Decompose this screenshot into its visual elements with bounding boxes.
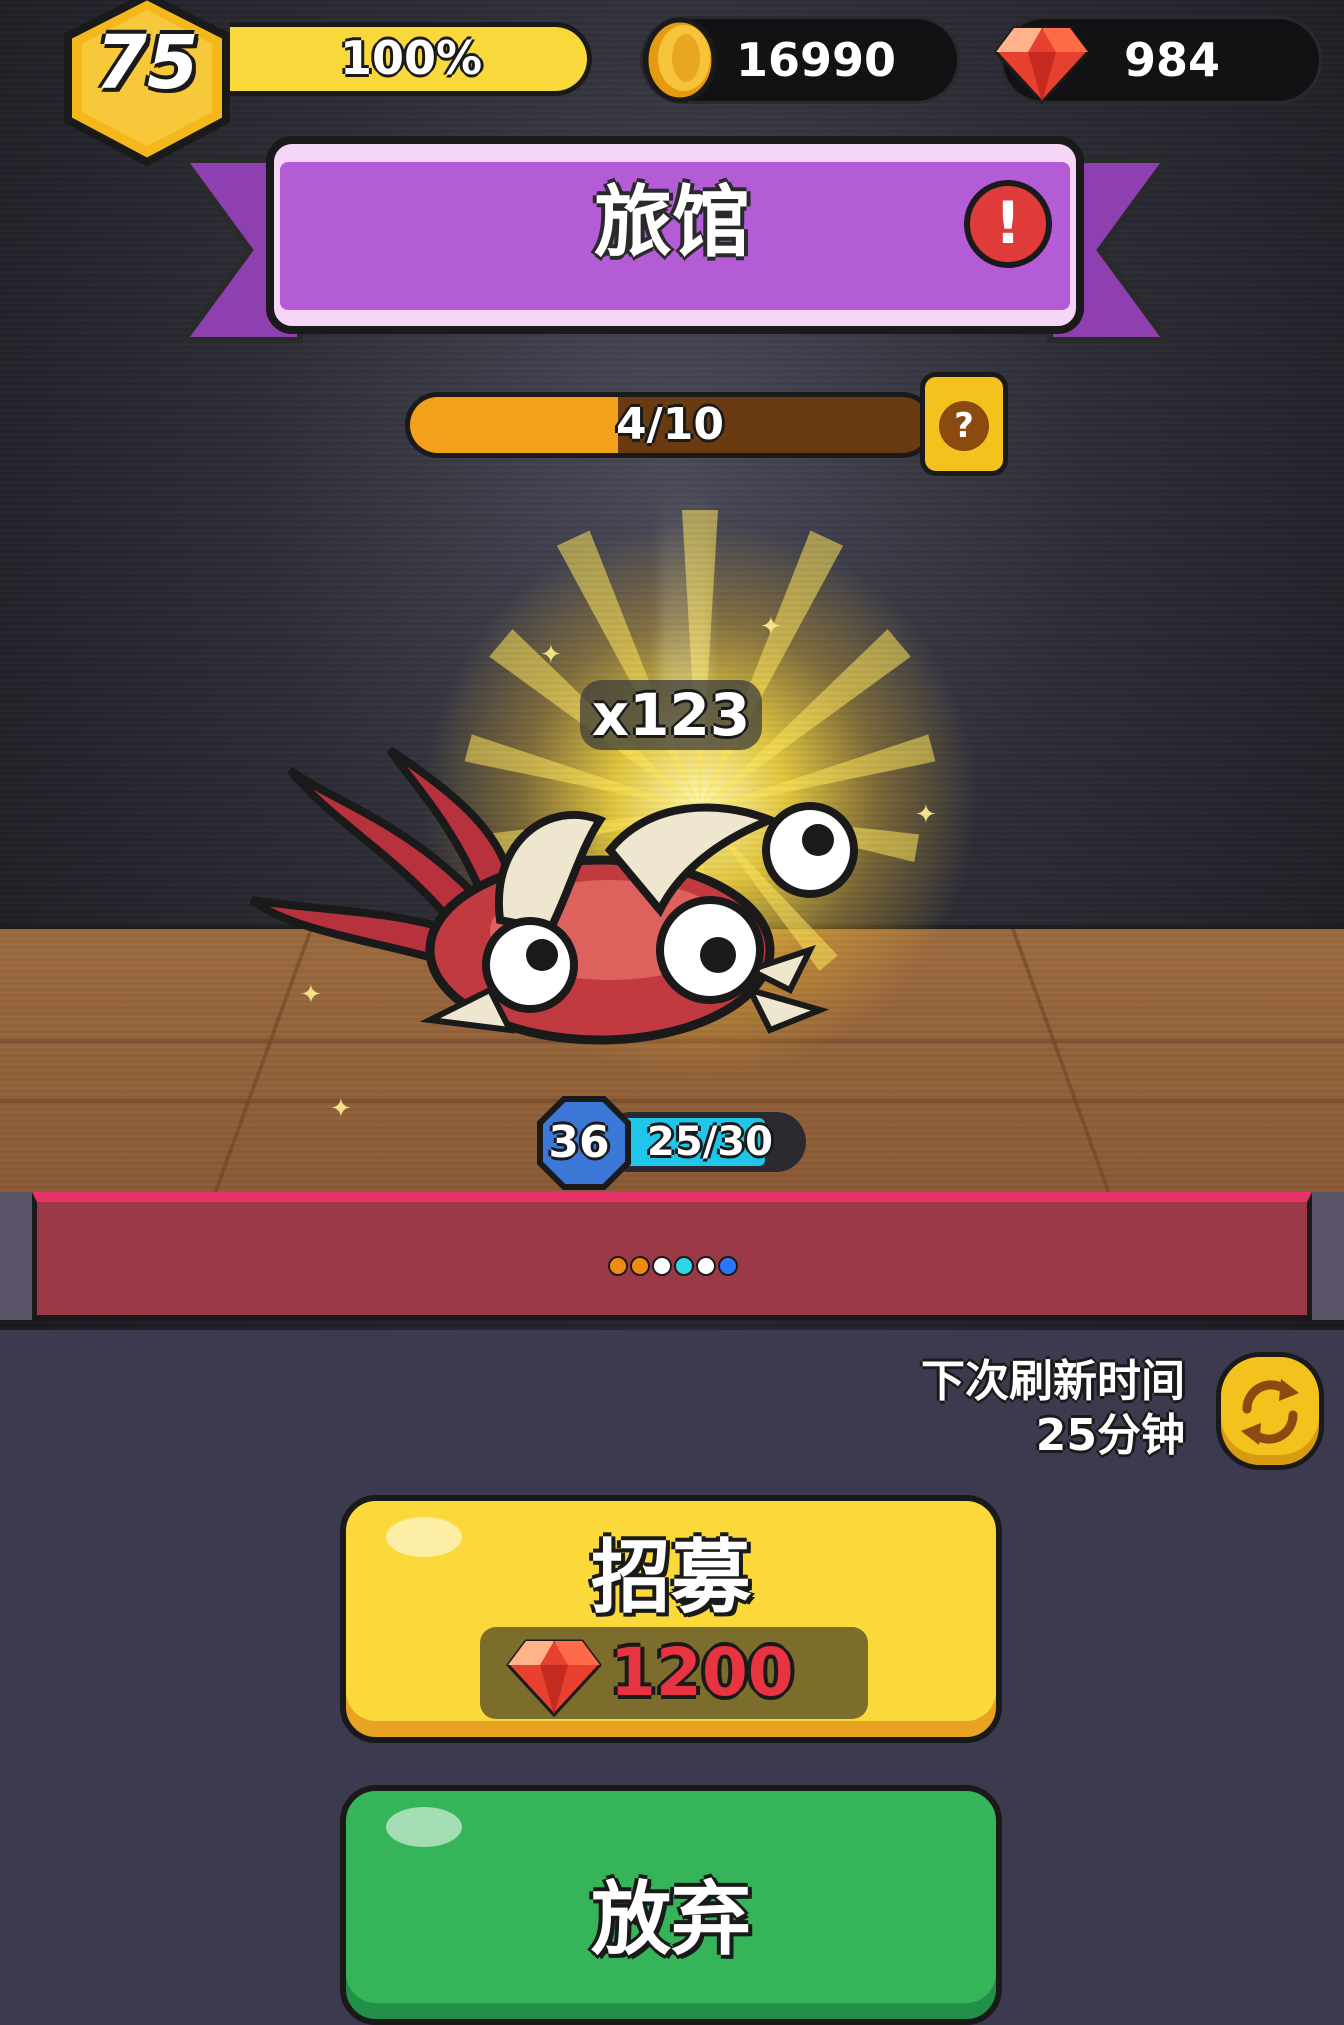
player-level: 75 — [95, 20, 199, 106]
question-icon: ? — [939, 401, 989, 451]
xp-percent: 100% — [339, 31, 483, 85]
help-button[interactable]: ? — [920, 372, 1008, 476]
recruit-price: 1200 — [480, 1627, 868, 1719]
abandon-button-label: 放弃 — [591, 1873, 751, 1966]
unit-hp-label: 25/30 — [647, 1119, 773, 1165]
refresh-icon — [1241, 1379, 1299, 1445]
abandon-button[interactable]: 放弃 — [340, 1785, 1002, 2025]
gem-icon — [506, 1639, 602, 1718]
indicator-dot — [718, 1256, 738, 1276]
creature-squid-icon[interactable] — [250, 740, 870, 1100]
stage-edge-right — [1310, 1192, 1344, 1320]
sparkle-icon: ✦ — [760, 612, 782, 642]
indicator-dot — [608, 1256, 628, 1276]
indicator-dot — [630, 1256, 650, 1276]
stage-edge-left — [0, 1192, 34, 1320]
refresh-button[interactable] — [1216, 1352, 1324, 1470]
gem-icon — [994, 26, 1090, 105]
refresh-timer: 下次刷新时间 25分钟 — [820, 1355, 1185, 1463]
recruit-progress-label: 4/10 — [616, 399, 724, 450]
indicator-dot — [652, 1256, 672, 1276]
recruit-button-label: 招募 — [591, 1531, 751, 1624]
coin-icon — [643, 17, 717, 103]
gem-count: 984 — [1124, 33, 1221, 87]
indicator-dot — [696, 1256, 716, 1276]
unit-level: 36 — [548, 1117, 610, 1168]
page-indicator-dots — [608, 1256, 738, 1278]
coin-count: 16990 — [736, 33, 897, 87]
refresh-timer-label: 下次刷新时间 — [921, 1356, 1185, 1407]
sparkle-icon: ✦ — [915, 800, 937, 830]
alert-icon[interactable]: ! — [964, 180, 1052, 268]
refresh-timer-value: 25分钟 — [1035, 1410, 1185, 1461]
recruit-button[interactable]: 招募 1200 — [340, 1495, 1002, 1743]
page-title: 旅馆 — [593, 178, 750, 268]
recruit-price-value: 1200 — [610, 1634, 794, 1711]
sparkle-icon: ✦ — [540, 640, 562, 670]
indicator-dot — [674, 1256, 694, 1276]
